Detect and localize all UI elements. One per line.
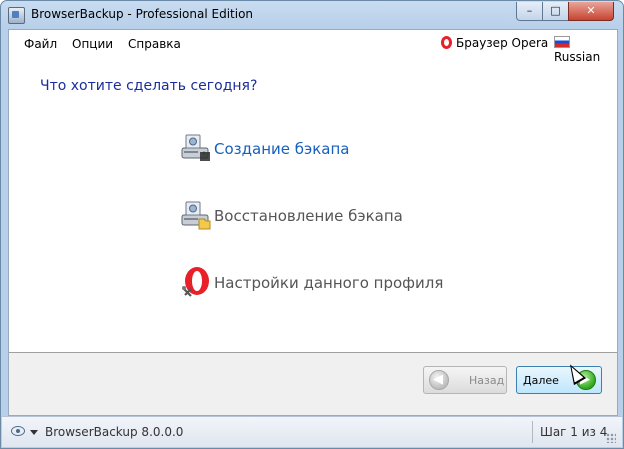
menu-bar: Файл Опции Справка Браузер Opera Russian bbox=[9, 30, 617, 64]
wizard-footer: ◀ Назад Далее ▶ bbox=[9, 353, 617, 415]
restore-backup-action[interactable]: Восстановление бэкапа bbox=[180, 199, 410, 233]
language-selector[interactable]: Russian bbox=[554, 36, 617, 64]
opera-settings-icon bbox=[182, 267, 209, 297]
browser-selector[interactable]: Браузер Opera bbox=[441, 36, 548, 52]
back-button[interactable]: ◀ Назад bbox=[423, 366, 507, 394]
status-version: BrowserBackup 8.0.0.0 bbox=[45, 425, 184, 439]
menu-options[interactable]: Опции bbox=[72, 37, 113, 51]
title-bar[interactable]: BrowserBackup - Professional Edition – □… bbox=[1, 1, 623, 29]
restore-backup-label: Восстановление бэкапа bbox=[214, 207, 403, 225]
window-title: BrowserBackup - Professional Edition bbox=[31, 7, 254, 21]
status-divider bbox=[532, 421, 533, 443]
app-icon bbox=[8, 7, 25, 24]
menu-file[interactable]: Файл bbox=[24, 37, 57, 51]
back-arrow-icon: ◀ bbox=[429, 370, 449, 390]
opera-icon bbox=[441, 36, 452, 49]
profile-settings-action[interactable]: Настройки данного профиля bbox=[180, 266, 444, 300]
status-bar: BrowserBackup 8.0.0.0 Шаг 1 из 4 bbox=[2, 416, 622, 447]
maximize-button[interactable]: □ bbox=[542, 2, 569, 21]
russia-flag-icon bbox=[554, 36, 570, 48]
profile-settings-label: Настройки данного профиля bbox=[214, 274, 444, 292]
resize-grip-icon[interactable] bbox=[606, 433, 616, 443]
backup-drive-icon bbox=[181, 134, 210, 161]
browser-label: Браузер Opera bbox=[456, 36, 549, 50]
eye-icon[interactable] bbox=[11, 426, 25, 436]
close-button[interactable]: ✕ bbox=[568, 2, 614, 21]
dropdown-arrow-icon[interactable] bbox=[30, 430, 38, 435]
status-step: Шаг 1 из 4 bbox=[540, 425, 608, 439]
next-button[interactable]: Далее ▶ bbox=[516, 366, 602, 394]
client-area: Файл Опции Справка Браузер Opera Russian… bbox=[8, 29, 618, 416]
minimize-button[interactable]: – bbox=[516, 2, 543, 21]
page-question: Что хотите сделать сегодня? bbox=[40, 78, 258, 94]
next-button-label: Далее bbox=[523, 374, 559, 387]
create-backup-action[interactable]: Создание бэкапа bbox=[180, 132, 380, 166]
restore-drive-icon bbox=[181, 201, 211, 230]
app-window: BrowserBackup - Professional Edition – □… bbox=[0, 0, 624, 449]
language-label: Russian bbox=[554, 50, 601, 64]
create-backup-label: Создание бэкапа bbox=[214, 140, 350, 158]
back-button-label: Назад bbox=[469, 374, 505, 387]
menu-help[interactable]: Справка bbox=[128, 37, 181, 51]
